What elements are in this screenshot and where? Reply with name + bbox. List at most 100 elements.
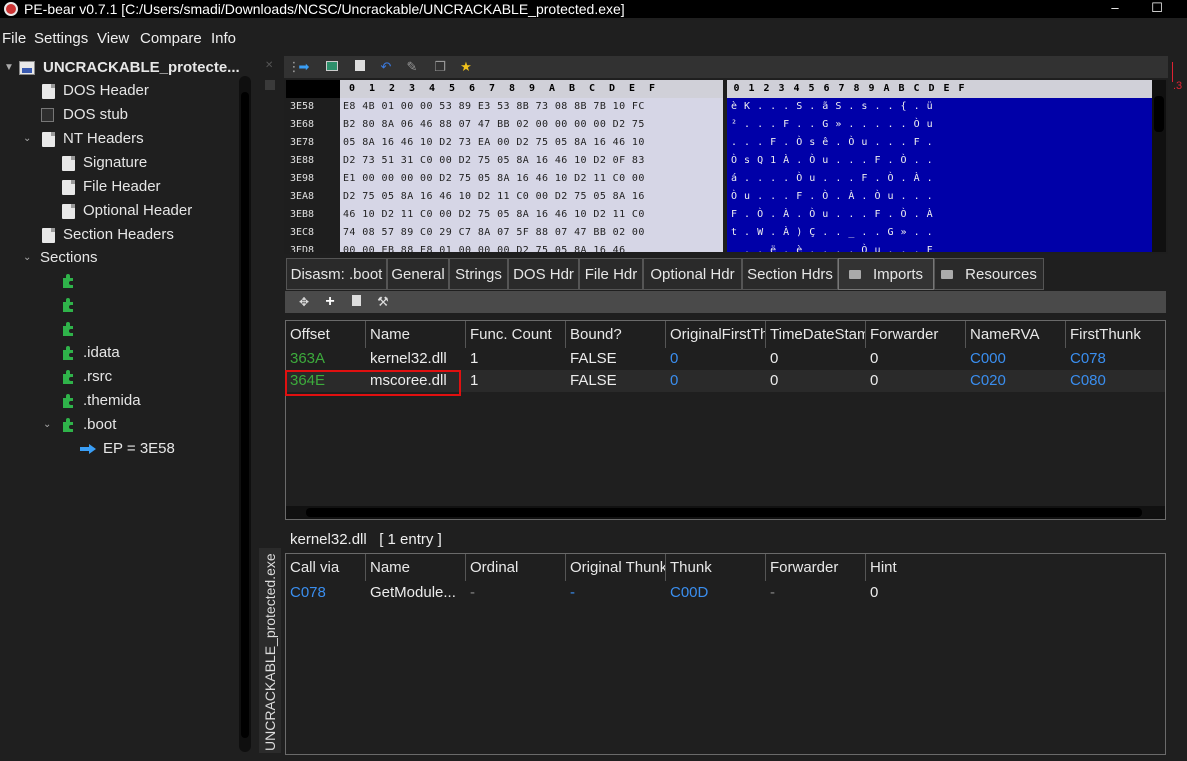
hex-row-bytes[interactable]: 05 8A 16 46 10 D2 73 EA 00 D2 75 05 8A 1…	[343, 134, 645, 152]
collapse-arrow-icon[interactable]: ⌄	[43, 414, 55, 436]
column-header[interactable]: OriginalFirstThunk	[666, 321, 766, 348]
save-icon[interactable]	[348, 294, 364, 310]
hex-bytes[interactable]: E8 4B 01 00 00 53 89 E3 53 8B 73 08 8B 7…	[340, 98, 723, 252]
column-header[interactable]: Ordinal	[466, 554, 566, 581]
tab-section-hdrs[interactable]: Section Hdrs	[742, 258, 838, 290]
hex-row-bytes[interactable]: D2 75 05 8A 16 46 10 D2 11 C0 00 D2 75 0…	[343, 188, 645, 206]
ascii-row-text[interactable]: Ò s Q 1 À . Ò u . . . F . Ò . .	[731, 152, 933, 170]
tree-item-nt-headers[interactable]: ⌄ NT Headers	[0, 128, 238, 150]
column-header[interactable]: FirstThunk	[1066, 321, 1165, 348]
tree-item-section-rsrc[interactable]: .rsrc	[0, 366, 238, 388]
menu-file[interactable]: File	[2, 30, 26, 47]
collapse-arrow-icon[interactable]: ⌄	[23, 128, 35, 150]
copy-icon[interactable]: ❐	[432, 59, 448, 75]
close-icon[interactable]: ✕	[265, 60, 275, 71]
float-icon[interactable]	[265, 80, 275, 90]
tree-item-file-header[interactable]: File Header	[0, 176, 238, 198]
ascii-column-label: 0	[733, 83, 740, 94]
goto-entry-icon[interactable]: ➡	[296, 59, 312, 75]
table-row[interactable]: C078 GetModule... - - C00D - 0	[286, 582, 1165, 604]
tree-item-signature[interactable]: Signature	[0, 152, 238, 174]
tree-scrollbar-thumb[interactable]	[241, 92, 249, 738]
column-header[interactable]: Name	[366, 554, 466, 581]
menu-info[interactable]: Info	[211, 30, 236, 47]
ascii-row-text[interactable]: ² . . . F . . G » . . . . . Ò u	[731, 116, 933, 134]
tab-dos-hdr[interactable]: DOS Hdr	[508, 258, 579, 290]
tree-item-section[interactable]	[0, 294, 238, 316]
tree-item-section-headers[interactable]: Section Headers	[0, 224, 238, 246]
tree-root-file[interactable]: ▼ UNCRACKABLE_protecte...	[0, 57, 240, 79]
file-tab-vertical[interactable]: UNCRACKABLE_protected.exe	[259, 548, 281, 753]
hex-scrollbar-thumb[interactable]	[1154, 96, 1164, 132]
collapse-arrow-icon[interactable]: ⌄	[23, 247, 35, 269]
tree-item-section[interactable]	[0, 318, 238, 340]
tree-item-dos-stub[interactable]: DOS stub	[0, 104, 238, 126]
hex-row-bytes[interactable]: 00 00 EB 88 E8 01 00 00 00 D2 75 05 8A 1…	[343, 242, 626, 252]
column-header[interactable]: TimeDateStamp	[766, 321, 866, 348]
tree-item-section[interactable]	[0, 270, 238, 292]
column-header[interactable]: Name	[366, 321, 466, 348]
tab-disasm[interactable]: Disasm: .boot	[286, 258, 387, 290]
ascii-bytes[interactable]: è K . . . S . ã S . s . . { . ü² . . . F…	[727, 98, 1152, 252]
ascii-row-text[interactable]: á . . . . Ò u . . . F . Ò . À .	[731, 170, 933, 188]
ascii-row-text[interactable]: . . ë . è . . . . Ò u . . . F	[731, 242, 933, 252]
tree-item-section-themida[interactable]: .themida	[0, 390, 238, 412]
column-header[interactable]: Forwarder	[766, 554, 866, 581]
hex-row-bytes[interactable]: 46 10 D2 11 C0 00 D2 75 05 8A 16 46 10 D…	[343, 206, 645, 224]
tree-item-section-idata[interactable]: .idata	[0, 342, 238, 364]
name-cell: kernel32.dll	[370, 350, 447, 367]
table-row[interactable]: 363A kernel32.dll 1 FALSE 0 0 0 C000 C07…	[286, 348, 1165, 370]
edit-icon[interactable]: ✎	[404, 59, 420, 75]
puzzle-piece-icon	[63, 370, 73, 384]
undo-icon[interactable]: ↶	[378, 59, 394, 75]
column-header[interactable]: Offset	[286, 321, 366, 348]
column-header[interactable]: Thunk	[666, 554, 766, 581]
collapse-arrow-icon[interactable]: ▼	[4, 57, 16, 79]
tab-file-hdr[interactable]: File Hdr	[579, 258, 643, 290]
column-header[interactable]: Func. Count	[466, 321, 566, 348]
add-icon[interactable]: +	[322, 294, 338, 310]
ascii-row-text[interactable]: F . Ò . À . Ò u . . . F . Ò . À	[731, 206, 933, 224]
fit-columns-icon[interactable]: ✥	[296, 294, 312, 310]
pe-bear-app-icon	[4, 2, 18, 16]
menu-settings[interactable]: Settings	[34, 30, 88, 47]
tree-item-label: Sections	[40, 249, 98, 266]
tree-item-section-boot[interactable]: ⌄ .boot	[0, 414, 238, 436]
hex-row-bytes[interactable]: B2 80 8A 06 46 88 07 47 BB 02 00 00 00 0…	[343, 116, 645, 134]
tree-item-sections[interactable]: ⌄ Sections	[0, 247, 238, 269]
ascii-column-label: 7	[838, 83, 845, 94]
tab-resources[interactable]: Resources	[934, 258, 1044, 290]
image-view-icon[interactable]	[324, 59, 340, 75]
minimize-button[interactable]: –	[1100, 0, 1130, 18]
menu-compare[interactable]: Compare	[140, 30, 202, 47]
ascii-row-text[interactable]: t . W . À ) Ç . . _ . . G » . .	[731, 224, 933, 242]
menu-view[interactable]: View	[97, 30, 129, 47]
name-rva-cell: C000	[970, 350, 1006, 367]
save-icon[interactable]	[352, 59, 368, 75]
column-header[interactable]: Original Thunk	[566, 554, 666, 581]
hex-row-bytes[interactable]: E1 00 00 00 00 D2 75 05 8A 16 46 10 D2 1…	[343, 170, 645, 188]
tree-item-entry-point[interactable]: EP = 3E58	[0, 438, 238, 460]
ascii-row-text[interactable]: . . . F . Ò s ê . Ò u . . . F .	[731, 134, 933, 152]
tab-optional-hdr[interactable]: Optional Hdr	[643, 258, 742, 290]
column-header[interactable]: NameRVA	[966, 321, 1066, 348]
tab-strings[interactable]: Strings	[449, 258, 508, 290]
tab-general[interactable]: General	[387, 258, 449, 290]
column-header[interactable]: Forwarder	[866, 321, 966, 348]
hex-row-bytes[interactable]: E8 4B 01 00 00 53 89 E3 53 8B 73 08 8B 7…	[343, 98, 645, 116]
column-header[interactable]: Bound?	[566, 321, 666, 348]
maximize-button[interactable]: ☐	[1142, 0, 1172, 18]
star-icon[interactable]: ★	[458, 59, 474, 75]
wand-icon[interactable]: ⚒	[375, 294, 391, 310]
ascii-row-text[interactable]: è K . . . S . ã S . s . . { . ü	[731, 98, 933, 116]
hex-row-address: 3EA8	[290, 191, 315, 202]
hex-row-bytes[interactable]: 74 08 57 89 C0 29 C7 8A 07 5F 88 07 47 B…	[343, 224, 645, 242]
column-header[interactable]: Hint	[866, 554, 1165, 581]
tree-item-dos-header[interactable]: DOS Header	[0, 80, 238, 102]
tab-imports[interactable]: Imports	[838, 258, 934, 290]
tree-item-optional-header[interactable]: Optional Header	[0, 200, 238, 222]
ascii-row-text[interactable]: Ò u . . . F . Ò . À . Ò u . . .	[731, 188, 933, 206]
imports-hscrollbar-thumb[interactable]	[306, 508, 1142, 517]
column-header[interactable]: Call via	[286, 554, 366, 581]
hex-row-bytes[interactable]: D2 73 51 31 C0 00 D2 75 05 8A 16 46 10 D…	[343, 152, 645, 170]
